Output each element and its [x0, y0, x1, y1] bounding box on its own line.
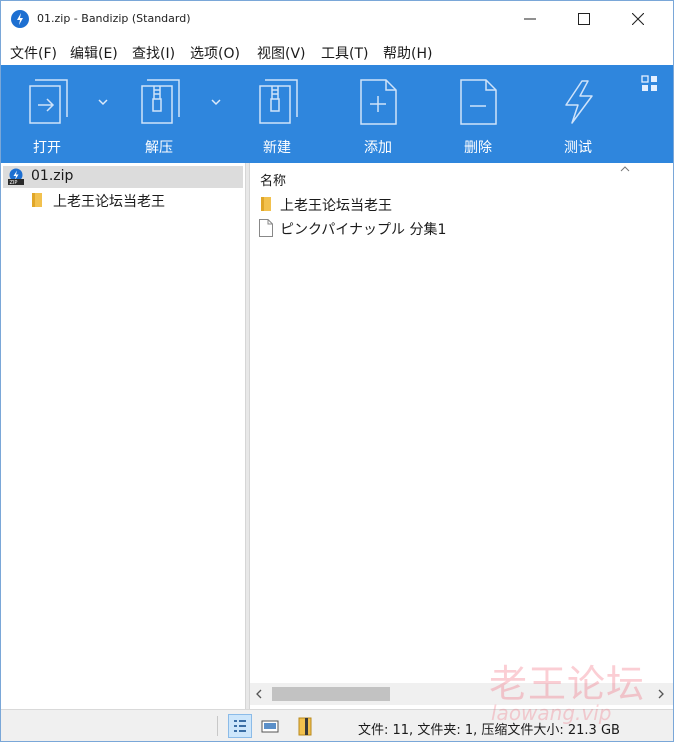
tree-item-folder[interactable]: 上老王论坛当老王 [29, 189, 239, 211]
tree-item-label: 上老王论坛当老王 [53, 194, 165, 210]
menu-find[interactable]: 查找(I) [132, 43, 175, 63]
new-archive-label: 新建 [263, 140, 291, 156]
menu-file[interactable]: 文件(F) [10, 43, 57, 63]
archive-info-icon[interactable] [295, 715, 317, 737]
add-label: 添加 [364, 140, 392, 156]
menu-help[interactable]: 帮助(H) [383, 43, 432, 63]
maximize-icon [578, 13, 590, 25]
details-view-icon[interactable] [228, 714, 252, 738]
add-file-icon [360, 79, 397, 125]
file-row[interactable]: 上老王论坛当老王 [258, 193, 658, 215]
minimize-icon [524, 18, 536, 20]
test-icon [565, 80, 593, 124]
extract-icon [141, 79, 180, 124]
extract-dropdown-chevron-down-icon[interactable] [209, 95, 223, 109]
open-dropdown-chevron-down-icon[interactable] [96, 95, 110, 109]
title-bar: 01.zip - Bandizip (Standard) [1, 1, 673, 37]
column-header-name[interactable]: 名称 [250, 163, 673, 191]
delete-file-icon [460, 79, 497, 125]
watermark-url: laowang.vip [491, 701, 612, 725]
sort-up-chevron-icon [620, 166, 630, 172]
menu-edit[interactable]: 编辑(E) [70, 43, 118, 63]
layout-grid-icon[interactable] [641, 75, 659, 93]
menu-view[interactable]: 视图(V) [257, 43, 306, 63]
file-row[interactable]: ピンクパイナップル 分集1 [258, 217, 658, 239]
watermark-text: 老王论坛 [489, 662, 646, 706]
test-label: 测试 [564, 140, 592, 156]
menu-bar: 文件(F) 编辑(E) 查找(I) 选项(O) 视图(V) 工具(T) 帮助(H… [1, 37, 673, 65]
scroll-right-arrow-icon[interactable] [656, 689, 666, 699]
scrollbar-thumb[interactable] [272, 687, 390, 701]
new-archive-icon [259, 79, 298, 124]
menu-tools[interactable]: 工具(T) [321, 43, 368, 63]
folder-icon [261, 197, 271, 211]
open-button[interactable]: 打开 [7, 65, 87, 163]
document-icon [259, 219, 273, 237]
test-button[interactable]: 测试 [538, 65, 618, 163]
tree-root-item[interactable]: ZIP 01.zip [3, 166, 243, 188]
delete-label: 删除 [464, 140, 492, 156]
preview-view-icon[interactable] [259, 715, 281, 737]
window-title: 01.zip - Bandizip (Standard) [37, 12, 191, 25]
folder-tree-panel: ZIP 01.zip 上老王论坛当老王 [1, 163, 245, 709]
svg-text:ZIP: ZIP [10, 180, 18, 186]
folder-icon [32, 193, 42, 207]
new-archive-button[interactable]: 新建 [237, 65, 317, 163]
maximize-button[interactable] [561, 1, 607, 37]
tree-root-label: 01.zip [31, 168, 74, 184]
app-window: 01.zip - Bandizip (Standard) 文件(F) 编辑(E)… [0, 0, 674, 742]
status-separator [217, 716, 218, 736]
open-archive-icon [29, 79, 68, 124]
file-row-name: 上老王论坛当老王 [280, 198, 392, 214]
bandizip-logo-icon [11, 10, 29, 28]
add-button[interactable]: 添加 [338, 65, 418, 163]
toolbar: 打开 解压 新建 添加 删除 测试 [1, 65, 673, 163]
file-row-name: ピンクパイナップル 分集1 [280, 222, 447, 238]
extract-label: 解压 [145, 140, 173, 156]
file-list-panel: 名称 上老王论坛当老王 ピンクパイナップル 分集1 [250, 163, 673, 709]
extract-button[interactable]: 解压 [119, 65, 199, 163]
open-label: 打开 [33, 140, 61, 156]
column-name-label: 名称 [260, 174, 287, 189]
zip-archive-icon: ZIP [8, 168, 24, 186]
close-icon [632, 13, 644, 25]
menu-options[interactable]: 选项(O) [190, 43, 240, 63]
minimize-button[interactable] [507, 1, 553, 37]
scroll-left-arrow-icon[interactable] [254, 689, 264, 699]
close-button[interactable] [615, 1, 661, 37]
delete-button[interactable]: 删除 [438, 65, 518, 163]
